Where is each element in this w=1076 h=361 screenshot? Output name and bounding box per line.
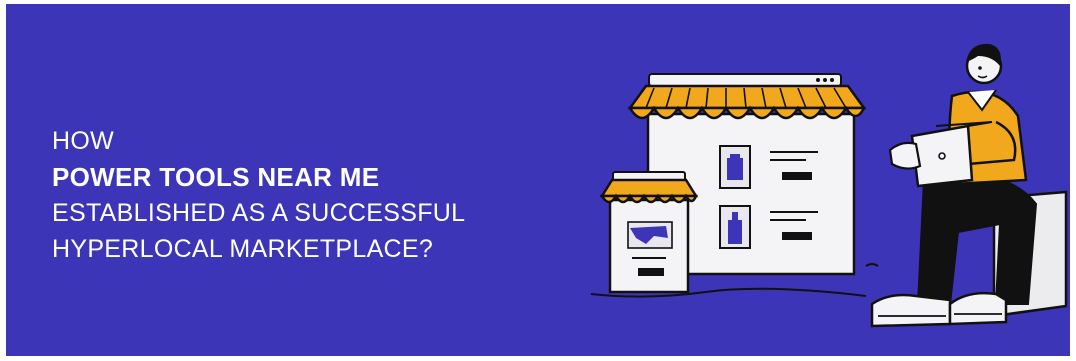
- illustration: [590, 43, 1068, 328]
- small-shop-icon: [599, 171, 699, 294]
- person-with-laptop-icon: [870, 43, 1038, 328]
- hero-banner: HOW POWER TOOLS NEAR ME ESTABLISHED AS A…: [6, 4, 1070, 356]
